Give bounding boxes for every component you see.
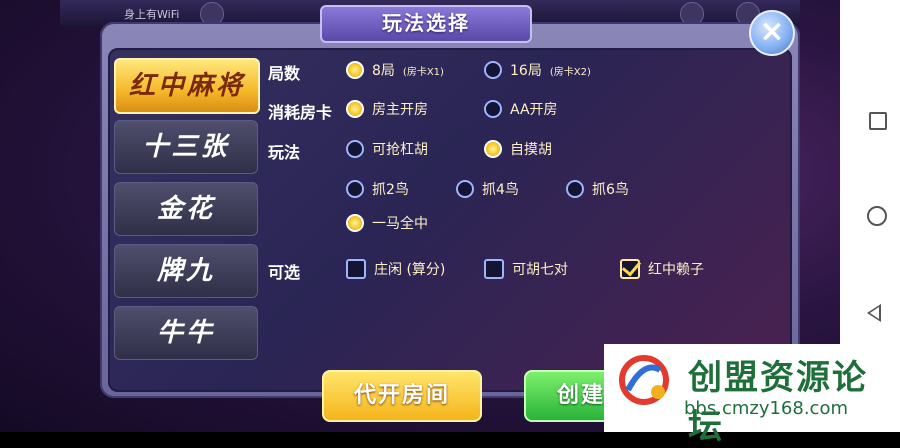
seven-pairs-checkbox[interactable]: 可胡七对 bbox=[484, 259, 568, 279]
catch-2-birds-option[interactable]: 抓2鸟 bbox=[346, 179, 409, 199]
tab-golden-flower[interactable]: 金花 bbox=[114, 182, 258, 236]
self-draw-option[interactable]: 自摸胡 bbox=[484, 139, 552, 159]
rounds-label: 局数 bbox=[268, 64, 301, 83]
option-label: 16局 bbox=[510, 63, 542, 79]
radio-selected-icon bbox=[346, 61, 364, 79]
one-horse-all-option[interactable]: 一马全中 bbox=[346, 213, 428, 233]
dialog-title: 玩法选择 bbox=[320, 5, 532, 43]
radio-unselected-icon bbox=[346, 140, 364, 158]
catch-6-birds-option[interactable]: 抓6鸟 bbox=[566, 179, 629, 199]
close-icon[interactable]: × bbox=[749, 10, 795, 56]
option-label: 一马全中 bbox=[372, 216, 428, 232]
catch-4-birds-option[interactable]: 抓4鸟 bbox=[456, 179, 519, 199]
recent-apps-icon[interactable] bbox=[869, 112, 887, 130]
owner-open-option[interactable]: 房主开房 bbox=[346, 99, 428, 119]
wifi-label: 身上有WiFi bbox=[124, 8, 180, 21]
checkbox-checked-icon bbox=[620, 259, 640, 279]
proxy-open-room-button[interactable]: 代开房间 bbox=[322, 370, 482, 422]
radio-selected-icon bbox=[346, 100, 364, 118]
radio-unselected-icon bbox=[456, 180, 474, 198]
radio-unselected-icon bbox=[346, 180, 364, 198]
option-label: 8局 bbox=[372, 63, 395, 79]
option-label: 可胡七对 bbox=[512, 262, 568, 278]
back-icon[interactable] bbox=[867, 304, 881, 322]
radio-unselected-icon bbox=[484, 100, 502, 118]
optional-label: 可选 bbox=[268, 263, 301, 282]
watermark-url: bbs.cmzy168.com bbox=[684, 398, 849, 419]
checkbox-unchecked-icon bbox=[346, 259, 366, 279]
radio-unselected-icon bbox=[484, 61, 502, 79]
tab-hongzhong-mahjong[interactable]: 红中麻将 bbox=[114, 58, 260, 114]
option-label: 可抢杠胡 bbox=[372, 142, 428, 158]
rob-kong-option[interactable]: 可抢杠胡 bbox=[346, 139, 428, 159]
checkbox-unchecked-icon bbox=[484, 259, 504, 279]
option-label: 抓2鸟 bbox=[372, 182, 409, 198]
aa-open-option[interactable]: AA开房 bbox=[484, 99, 558, 119]
option-label: 庄闲 (算分) bbox=[374, 262, 446, 278]
watermark-logo bbox=[619, 355, 669, 405]
option-label: 抓6鸟 bbox=[592, 182, 629, 198]
rounds-16-option[interactable]: 16局 (房卡X2) bbox=[484, 60, 591, 80]
radio-selected-icon bbox=[346, 214, 364, 232]
dealer-score-checkbox[interactable]: 庄闲 (算分) bbox=[346, 259, 445, 279]
tab-niu-niu[interactable]: 牛牛 bbox=[114, 306, 258, 360]
option-note: (房卡X2) bbox=[549, 66, 591, 78]
tab-thirteen-cards[interactable]: 十三张 bbox=[114, 120, 258, 174]
option-label: 红中赖子 bbox=[648, 262, 704, 278]
hongzhong-wild-checkbox[interactable]: 红中赖子 bbox=[620, 259, 704, 279]
card-cost-label: 消耗房卡 bbox=[268, 103, 333, 122]
option-label: 抓4鸟 bbox=[482, 182, 519, 198]
option-label: 房主开房 bbox=[372, 102, 428, 118]
tab-pai-gow[interactable]: 牌九 bbox=[114, 244, 258, 298]
option-label: 自摸胡 bbox=[510, 142, 552, 158]
radio-unselected-icon bbox=[566, 180, 584, 198]
option-label: AA开房 bbox=[510, 102, 558, 118]
home-icon[interactable] bbox=[867, 206, 887, 226]
play-label: 玩法 bbox=[268, 143, 301, 162]
option-note: (房卡X1) bbox=[402, 66, 444, 78]
rounds-8-option[interactable]: 8局 (房卡X1) bbox=[346, 60, 444, 80]
radio-selected-icon bbox=[484, 140, 502, 158]
